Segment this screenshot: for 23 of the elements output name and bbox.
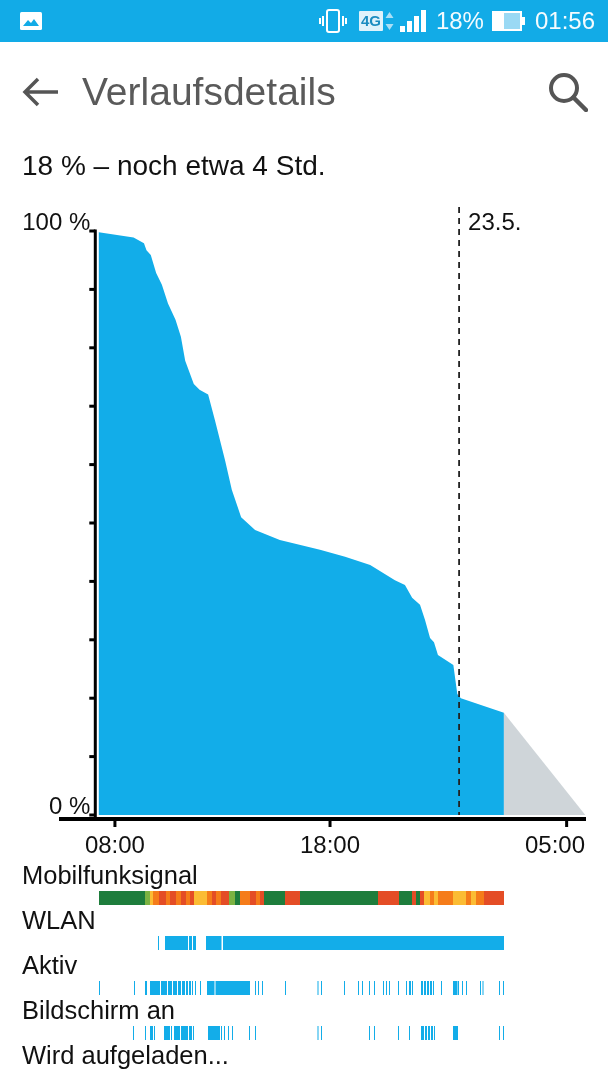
track-label: Mobilfunksignal bbox=[22, 862, 198, 889]
track-label: Aktiv bbox=[22, 952, 78, 979]
battery-icon bbox=[491, 11, 525, 31]
x-axis-label: 08:00 bbox=[84, 831, 145, 858]
track-label: Wird aufgeladen... bbox=[22, 1042, 229, 1069]
battery-percent-text: 18% bbox=[435, 9, 484, 33]
picture-icon bbox=[20, 12, 42, 30]
track-label: WLAN bbox=[22, 907, 96, 934]
battery-estimate-text: 18 % – noch etwa 4 Std. bbox=[22, 149, 326, 183]
y-axis-label: 0 % bbox=[48, 792, 91, 819]
search-icon[interactable] bbox=[548, 72, 588, 112]
track-label: Bildschirm an bbox=[22, 997, 176, 1024]
clock-text: 01:56 bbox=[534, 9, 595, 33]
vibrate-icon bbox=[318, 9, 347, 33]
x-axis-label: 05:00 bbox=[524, 831, 585, 858]
network-type-indicator: 4G bbox=[358, 11, 383, 31]
signal-bars-icon bbox=[399, 10, 426, 32]
x-axis-label: 18:00 bbox=[300, 831, 361, 858]
screen-title: Verlaufsdetails bbox=[82, 70, 336, 114]
back-arrow-icon[interactable] bbox=[22, 77, 58, 107]
date-label: 23.5. bbox=[468, 208, 522, 235]
data-arrows-icon bbox=[384, 11, 394, 31]
y-axis-label: 100 % bbox=[22, 208, 91, 235]
